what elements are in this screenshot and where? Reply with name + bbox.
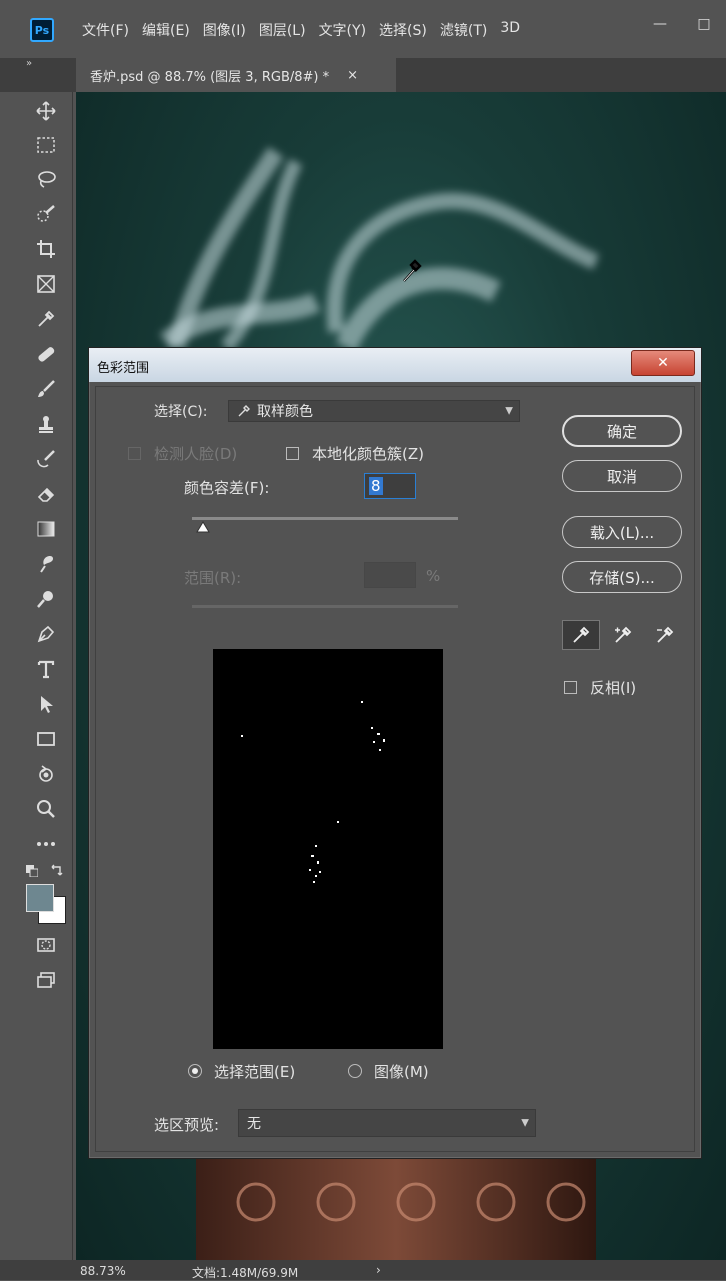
selection-radio[interactable]: [188, 1064, 202, 1078]
range-label: 范围(R):: [184, 569, 242, 587]
sample-eyedropper-icon: [238, 405, 250, 417]
detect-faces-label: 检测人脸(D): [154, 445, 238, 463]
selection-preview-dropdown[interactable]: 无 ▼: [238, 1109, 536, 1137]
document-size: 文档:1.48M/69.9M: [192, 1266, 299, 1280]
localized-clusters-checkbox[interactable]: [286, 447, 299, 460]
type-icon[interactable]: [30, 654, 62, 684]
detect-faces-checkbox[interactable]: [128, 447, 141, 460]
clone-stamp-icon[interactable]: [30, 409, 62, 439]
selection-radio-label: 选择范围(E): [214, 1063, 296, 1081]
selection-preview-value: 无: [247, 1116, 261, 1132]
hand-rotate-icon[interactable]: [30, 759, 62, 789]
select-label: 选择(C):: [154, 404, 208, 420]
swap-colors-icon[interactable]: [50, 862, 64, 876]
menu-file[interactable]: 文件(F): [82, 20, 129, 40]
healing-brush-icon[interactable]: [30, 339, 62, 369]
dodge-icon[interactable]: [30, 584, 62, 614]
subtract-eyedropper-button[interactable]: [646, 620, 684, 650]
panel-collapse-icon[interactable]: »: [26, 58, 32, 69]
eyedropper-icon: [573, 626, 590, 643]
more-tools-icon[interactable]: [30, 829, 62, 859]
fuzziness-slider-track[interactable]: [192, 517, 458, 520]
range-unit: %: [426, 567, 441, 585]
menu-bar: Ps 文件(F) 编辑(E) 图像(I) 图层(L) 文字(Y) 选择(S) 滤…: [0, 0, 726, 58]
tools-panel: [0, 92, 73, 1260]
document-tab-title: 香炉.psd @ 88.7% (图层 3, RGB/8#) *: [90, 69, 330, 85]
invert-label: 反相(I): [590, 679, 637, 697]
quick-select-icon[interactable]: [30, 199, 62, 229]
color-range-dialog: 色彩范围 ✕ 选择(C): 取样颜色 ▼ 检测人脸(D) 本地化颜色簇(Z) 颜…: [88, 347, 702, 1159]
minimize-button[interactable]: —: [638, 10, 682, 38]
history-brush-icon[interactable]: [30, 444, 62, 474]
ok-button[interactable]: 确定: [562, 415, 682, 447]
main-menu: 文件(F) 编辑(E) 图像(I) 图层(L) 文字(Y) 选择(S) 滤镜(T…: [82, 20, 533, 40]
frame-tool-icon[interactable]: [30, 269, 62, 299]
menu-image[interactable]: 图像(I): [203, 20, 246, 40]
quick-mask-icon[interactable]: [30, 930, 62, 960]
add-eyedropper-button[interactable]: [604, 620, 642, 650]
maximize-button[interactable]: □: [682, 10, 726, 38]
move-tool-icon[interactable]: [30, 96, 62, 126]
dialog-body: 选择(C): 取样颜色 ▼ 检测人脸(D) 本地化颜色簇(Z) 颜色容差(F):…: [95, 386, 695, 1152]
menu-edit[interactable]: 编辑(E): [142, 20, 190, 40]
path-select-icon[interactable]: [30, 689, 62, 719]
screen-mode-icon[interactable]: [30, 965, 62, 995]
zoom-icon[interactable]: [30, 794, 62, 824]
localized-clusters-label: 本地化颜色簇(Z): [312, 445, 424, 463]
menu-3d[interactable]: 3D: [500, 20, 520, 40]
window-controls: — □: [638, 10, 726, 38]
save-button[interactable]: 存储(S)...: [562, 561, 682, 593]
range-slider-track[interactable]: [192, 605, 458, 608]
fuzziness-input[interactable]: 8: [364, 473, 416, 499]
eyedropper-minus-icon: [657, 626, 674, 643]
fuzziness-slider-thumb[interactable]: [195, 521, 210, 533]
menu-select[interactable]: 选择(S): [379, 20, 427, 40]
selection-preview: [213, 649, 443, 1049]
image-radio-label: 图像(M): [374, 1063, 429, 1081]
brush-icon[interactable]: [30, 374, 62, 404]
foreground-color-swatch[interactable]: [26, 884, 54, 912]
dialog-title: 色彩范围: [97, 361, 150, 376]
lasso-tool-icon[interactable]: [30, 164, 62, 194]
document-tab-close-icon[interactable]: ×: [347, 68, 358, 83]
invert-checkbox[interactable]: [564, 681, 577, 694]
zoom-level[interactable]: 88.73%: [80, 1264, 126, 1278]
fuzziness-value: 8: [369, 477, 383, 495]
chevron-down-icon: ▼: [505, 405, 513, 417]
pen-icon[interactable]: [30, 619, 62, 649]
cancel-button[interactable]: 取消: [562, 460, 682, 492]
eyedropper-button[interactable]: [562, 620, 600, 650]
document-tab[interactable]: 香炉.psd @ 88.7% (图层 3, RGB/8#) * ×: [76, 58, 396, 92]
status-menu-arrow[interactable]: ›: [376, 1263, 381, 1277]
preview-speckles: [241, 701, 385, 883]
menu-filter[interactable]: 滤镜(T): [440, 20, 487, 40]
status-bar: 88.73% 文档:1.48M/69.9M ›: [0, 1260, 726, 1280]
chevron-down-icon: ▼: [521, 1117, 529, 1129]
menu-type[interactable]: 文字(Y): [319, 20, 366, 40]
rectangle-icon[interactable]: [30, 724, 62, 754]
marquee-tool-icon[interactable]: [30, 130, 62, 160]
load-button[interactable]: 载入(L)...: [562, 516, 682, 548]
fuzziness-label: 颜色容差(F):: [184, 479, 270, 497]
select-dropdown[interactable]: 取样颜色 ▼: [228, 400, 520, 422]
smudge-icon[interactable]: [30, 549, 62, 579]
select-value: 取样颜色: [257, 404, 313, 420]
range-input[interactable]: [364, 562, 416, 588]
crop-tool-icon[interactable]: [30, 234, 62, 264]
eyedropper-icon[interactable]: [30, 304, 62, 334]
image-radio[interactable]: [348, 1064, 362, 1078]
photoshop-logo[interactable]: Ps: [30, 18, 54, 42]
selection-preview-label: 选区预览:: [154, 1116, 220, 1134]
eyedropper-plus-icon: [615, 626, 632, 643]
dialog-title-bar[interactable]: 色彩范围 ✕: [89, 348, 701, 382]
dialog-close-button[interactable]: ✕: [631, 350, 695, 376]
menu-layer[interactable]: 图层(L): [259, 20, 306, 40]
default-colors-icon[interactable]: [26, 862, 39, 878]
gradient-icon[interactable]: [30, 514, 62, 544]
eraser-icon[interactable]: [30, 479, 62, 509]
eyedropper-cursor-icon: [403, 259, 422, 282]
